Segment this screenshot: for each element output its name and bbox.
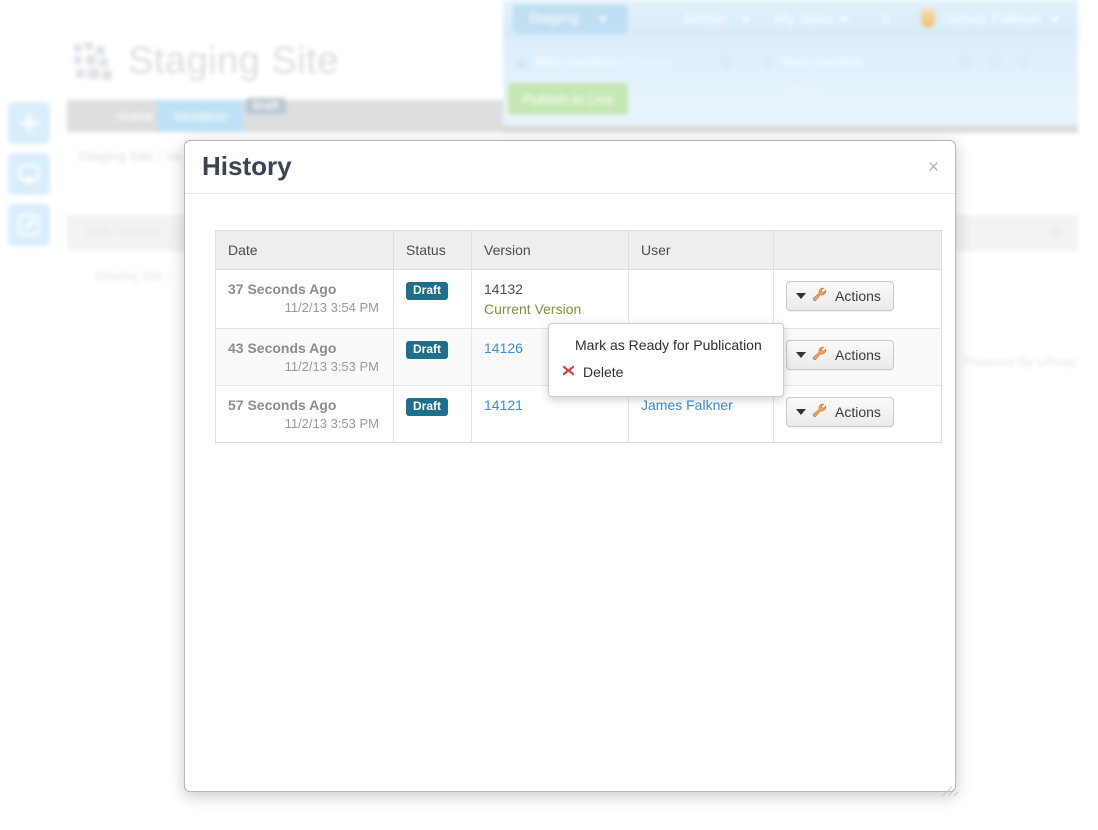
absolute-date: 11/2/13 3:54 PM — [228, 300, 381, 315]
wrench-icon — [812, 403, 829, 421]
version-link[interactable]: 14121 — [484, 397, 616, 413]
toolbar-bottom-strip — [503, 125, 1078, 133]
table-header-row: Date Status Version User — [216, 231, 942, 270]
cell-date: 57 Seconds Ago 11/2/13 3:53 PM — [216, 386, 394, 443]
dockbar-user-caret-icon[interactable] — [1050, 17, 1060, 22]
page-icon: ▤ — [762, 54, 773, 68]
status-badge: Draft — [406, 398, 448, 416]
relative-date: 57 Seconds Ago — [228, 397, 381, 413]
site-logo — [74, 42, 116, 82]
cell-version: 14132 Current Version — [472, 270, 629, 329]
user-link[interactable]: James Falkner — [641, 397, 733, 413]
gear-icon-right[interactable]: ⚙ — [958, 53, 973, 73]
relative-date: 37 Seconds Ago — [228, 281, 381, 297]
cell-date: 43 Seconds Ago 11/2/13 3:53 PM — [216, 329, 394, 386]
stage-variation-left-pages: (2 Pages) — [620, 55, 672, 69]
powered-by: Powered By Liferay — [963, 354, 1076, 369]
dockbar-mysites-caret-icon[interactable] — [839, 17, 849, 22]
actions-label: Actions — [835, 288, 881, 304]
nav-tab-variation[interactable]: Variation — [157, 100, 243, 132]
chevron-down-icon — [796, 352, 806, 358]
cell-status: Draft — [394, 270, 472, 329]
dockbar-admin-caret-icon[interactable] — [741, 17, 751, 22]
status-badge: Draft — [406, 282, 448, 300]
clock-icon[interactable]: ⏱ — [988, 53, 1001, 73]
check-icon: ✓ — [795, 100, 806, 115]
panel-gear-icon[interactable]: ⚙ — [1049, 222, 1063, 242]
cell-user — [629, 270, 774, 329]
absolute-date: 11/2/13 3:53 PM — [228, 359, 381, 374]
menu-item-delete[interactable]: Delete — [549, 358, 783, 386]
column-header-user: User — [629, 231, 774, 270]
cell-status: Draft — [394, 329, 472, 386]
column-header-date: Date — [216, 231, 394, 270]
rail-monitor-icon[interactable] — [8, 153, 50, 195]
relative-date: 43 Seconds Ago — [228, 340, 381, 356]
cell-actions: Actions — [774, 386, 942, 443]
current-version-label: Current Version — [484, 301, 616, 317]
avatar — [921, 9, 935, 28]
red-x-icon — [561, 363, 576, 381]
dockbar-staging-caret-icon[interactable] — [598, 17, 608, 22]
rail-plus-icon[interactable] — [8, 102, 50, 144]
wrench-icon — [812, 346, 829, 364]
dialog-header: History × — [185, 141, 955, 194]
gear-icon-left[interactable]: ⚙ — [719, 53, 734, 73]
menu-item-mark-ready[interactable]: Mark as Ready for Publication — [549, 332, 783, 358]
column-header-version: Version — [472, 231, 629, 270]
stage-mark-ready-label: Mark as Ready for Publication — [810, 100, 983, 115]
dockbar-mysites-item[interactable]: My Sites — [775, 11, 833, 28]
history-icon[interactable]: ↺ — [1016, 53, 1030, 73]
stage-variation-right[interactable]: Main Variation — [781, 54, 863, 69]
powered-by-brand: Liferay — [1037, 354, 1076, 369]
breadcrumb-top: Staging Site / Va — [78, 148, 181, 164]
table-row: 37 Seconds Ago 11/2/13 3:54 PM Draft 141… — [216, 270, 942, 329]
cell-date: 37 Seconds Ago 11/2/13 3:54 PM — [216, 270, 394, 329]
version-number: 14132 — [484, 281, 616, 297]
stage-draft-badge: Draft — [246, 98, 286, 114]
actions-button[interactable]: Actions — [786, 397, 894, 427]
wrench-icon — [812, 287, 829, 305]
dialog-title: History — [202, 151, 292, 182]
globe-icon: ◉ — [515, 54, 528, 72]
publish-to-live-button[interactable]: Publish to Live — [508, 83, 628, 115]
dockbar-notification-count[interactable]: 0 — [881, 11, 889, 28]
stage-version-number: 14132 — [784, 81, 820, 96]
history-dialog: History × Date Status Version User — [184, 140, 956, 792]
stage-variation-left[interactable]: Main Variation — [535, 54, 617, 69]
menu-item-label: Mark as Ready for Publication — [575, 337, 762, 353]
chevron-down-icon — [796, 293, 806, 299]
dockbar-user-name[interactable]: James Falkner — [943, 11, 1041, 28]
site-title: Staging Site — [128, 40, 339, 83]
absolute-date: 11/2/13 3:53 PM — [228, 416, 381, 431]
panel-label: Web Content — [84, 224, 160, 239]
actions-label: Actions — [835, 404, 881, 420]
chevron-down-icon — [796, 409, 806, 415]
actions-button[interactable]: Actions — [786, 340, 894, 370]
actions-label: Actions — [835, 347, 881, 363]
staging-toolbar: ◉ Main Variation (2 Pages) ⚙ ▤ Main Vari… — [503, 38, 1078, 125]
stage-mark-ready-link[interactable]: ✓ Mark as Ready for Publication — [795, 100, 983, 116]
status-badge: Draft — [406, 341, 448, 359]
dockbar: Staging Admin My Sites 0 James Falkner — [503, 0, 1078, 38]
actions-button[interactable]: Actions — [786, 281, 894, 311]
rail-edit-icon[interactable] — [8, 204, 50, 246]
dockbar-staging-button[interactable]: Staging — [513, 5, 628, 33]
breadcrumb-inner: Staging Site / — [94, 268, 171, 283]
cell-actions: Actions — [774, 270, 942, 329]
actions-dropdown-menu: Mark as Ready for Publication Delete — [548, 323, 784, 397]
close-icon[interactable]: × — [928, 158, 939, 177]
resize-handle[interactable] — [938, 774, 952, 788]
powered-by-prefix: Powered By — [963, 354, 1037, 369]
column-header-actions — [774, 231, 942, 270]
menu-item-label: Delete — [583, 364, 623, 380]
dialog-body: Date Status Version User 37 Seconds Ago … — [185, 194, 955, 443]
dockbar-admin-item[interactable]: Admin — [683, 11, 726, 28]
cell-actions: Actions — [774, 329, 942, 386]
column-header-status: Status — [394, 231, 472, 270]
cell-status: Draft — [394, 386, 472, 443]
